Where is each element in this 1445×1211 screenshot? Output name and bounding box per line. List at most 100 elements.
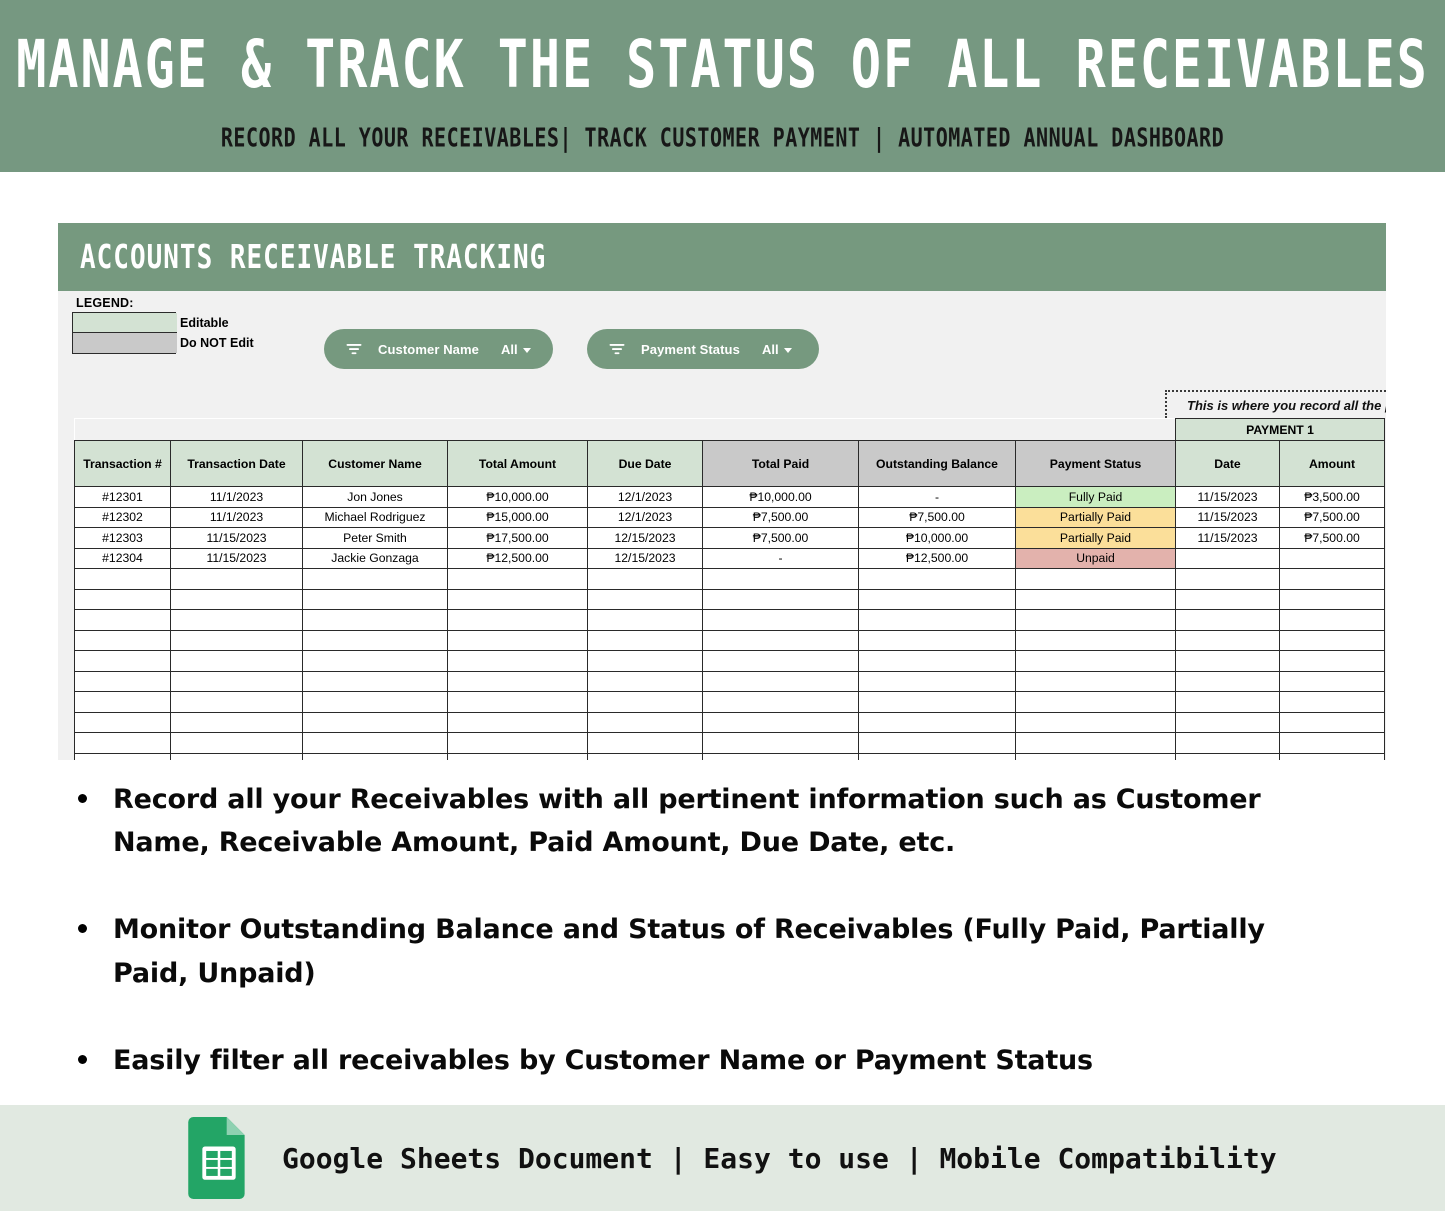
cell-empty[interactable] [74, 691, 171, 713]
cell-empty[interactable] [170, 650, 303, 672]
cell-payment-status[interactable]: Partially Paid [1015, 506, 1176, 528]
cell-empty[interactable] [74, 650, 171, 672]
cell-empty[interactable] [858, 732, 1016, 754]
cell-customer-name[interactable]: Peter Smith [302, 527, 448, 549]
cell-empty[interactable] [858, 711, 1016, 733]
cell-empty[interactable] [302, 691, 448, 713]
cell-empty[interactable] [1278, 650, 1386, 672]
cell-empty[interactable] [302, 711, 448, 733]
cell-empty[interactable] [702, 629, 859, 651]
cell-transaction-date[interactable]: 11/15/2023 [170, 547, 303, 569]
cell-empty[interactable] [447, 609, 588, 631]
cell-empty[interactable] [702, 691, 859, 713]
cell-payment1-amount[interactable] [1278, 547, 1386, 569]
cell-transaction-date[interactable]: 11/15/2023 [170, 527, 303, 549]
cell-transaction-number[interactable]: #12303 [74, 527, 171, 549]
cell-empty[interactable] [858, 752, 1016, 760]
cell-payment1-amount[interactable]: ₱3,500.00 [1278, 486, 1386, 508]
cell-empty[interactable] [587, 691, 703, 713]
cell-empty[interactable] [447, 588, 588, 610]
cell-payment1-date[interactable]: 11/15/2023 [1175, 506, 1280, 528]
cell-transaction-number[interactable]: #12302 [74, 506, 171, 528]
cell-empty[interactable] [858, 609, 1016, 631]
cell-empty[interactable] [447, 650, 588, 672]
cell-outstanding-balance[interactable]: - [858, 486, 1016, 508]
cell-empty[interactable] [1278, 732, 1386, 754]
cell-payment1-amount[interactable]: ₱7,500.00 [1278, 527, 1386, 549]
cell-total-amount[interactable]: ₱10,000.00 [447, 486, 588, 508]
cell-empty[interactable] [74, 588, 171, 610]
cell-transaction-date[interactable]: 11/1/2023 [170, 486, 303, 508]
cell-empty[interactable] [302, 609, 448, 631]
cell-empty[interactable] [858, 650, 1016, 672]
cell-empty[interactable] [702, 732, 859, 754]
cell-payment1-date[interactable]: 11/15/2023 [1175, 486, 1280, 508]
cell-due-date[interactable]: 12/1/2023 [587, 486, 703, 508]
cell-empty[interactable] [702, 650, 859, 672]
cell-payment-status[interactable]: Unpaid [1015, 547, 1176, 569]
cell-empty[interactable] [587, 670, 703, 692]
cell-empty[interactable] [1015, 732, 1176, 754]
cell-empty[interactable] [702, 670, 859, 692]
cell-outstanding-balance[interactable]: ₱12,500.00 [858, 547, 1016, 569]
filter-customer-name-value[interactable]: All [501, 342, 531, 357]
cell-empty[interactable] [170, 711, 303, 733]
cell-empty[interactable] [170, 629, 303, 651]
cell-empty[interactable] [1015, 711, 1176, 733]
cell-empty[interactable] [447, 752, 588, 760]
cell-empty[interactable] [587, 609, 703, 631]
cell-empty[interactable] [302, 588, 448, 610]
cell-empty[interactable] [587, 752, 703, 760]
cell-empty[interactable] [447, 629, 588, 651]
cell-empty[interactable] [170, 732, 303, 754]
cell-total-amount[interactable]: ₱12,500.00 [447, 547, 588, 569]
cell-empty[interactable] [1015, 650, 1176, 672]
cell-empty[interactable] [170, 568, 303, 590]
cell-empty[interactable] [702, 752, 859, 760]
cell-empty[interactable] [1015, 670, 1176, 692]
cell-due-date[interactable]: 12/15/2023 [587, 547, 703, 569]
cell-empty[interactable] [74, 670, 171, 692]
cell-empty[interactable] [170, 588, 303, 610]
cell-empty[interactable] [1175, 650, 1280, 672]
cell-empty[interactable] [1175, 588, 1280, 610]
cell-empty[interactable] [1175, 691, 1280, 713]
cell-customer-name[interactable]: Michael Rodriguez [302, 506, 448, 528]
cell-transaction-number[interactable]: #12304 [74, 547, 171, 569]
cell-empty[interactable] [447, 711, 588, 733]
cell-empty[interactable] [302, 629, 448, 651]
cell-empty[interactable] [447, 691, 588, 713]
cell-total-amount[interactable]: ₱17,500.00 [447, 527, 588, 549]
cell-empty[interactable] [1278, 691, 1386, 713]
cell-empty[interactable] [170, 691, 303, 713]
cell-empty[interactable] [1015, 691, 1176, 713]
cell-empty[interactable] [170, 609, 303, 631]
cell-empty[interactable] [587, 568, 703, 590]
cell-empty[interactable] [587, 629, 703, 651]
cell-outstanding-balance[interactable]: ₱10,000.00 [858, 527, 1016, 549]
cell-payment1-date[interactable]: 11/15/2023 [1175, 527, 1280, 549]
cell-empty[interactable] [447, 670, 588, 692]
cell-empty[interactable] [1015, 609, 1176, 631]
cell-customer-name[interactable]: Jon Jones [302, 486, 448, 508]
cell-empty[interactable] [1015, 588, 1176, 610]
cell-due-date[interactable]: 12/1/2023 [587, 506, 703, 528]
cell-empty[interactable] [858, 568, 1016, 590]
cell-payment-status[interactable]: Fully Paid [1015, 486, 1176, 508]
cell-empty[interactable] [1278, 670, 1386, 692]
cell-empty[interactable] [1278, 711, 1386, 733]
cell-empty[interactable] [447, 568, 588, 590]
cell-empty[interactable] [858, 670, 1016, 692]
cell-empty[interactable] [302, 568, 448, 590]
cell-empty[interactable] [74, 629, 171, 651]
cell-total-paid[interactable]: - [702, 547, 859, 569]
cell-total-paid[interactable]: ₱7,500.00 [702, 527, 859, 549]
cell-empty[interactable] [1175, 670, 1280, 692]
cell-due-date[interactable]: 12/15/2023 [587, 527, 703, 549]
cell-empty[interactable] [587, 711, 703, 733]
cell-empty[interactable] [1278, 609, 1386, 631]
cell-empty[interactable] [858, 691, 1016, 713]
filter-payment-status-value[interactable]: All [762, 342, 792, 357]
cell-payment-status[interactable]: Partially Paid [1015, 527, 1176, 549]
cell-empty[interactable] [702, 711, 859, 733]
